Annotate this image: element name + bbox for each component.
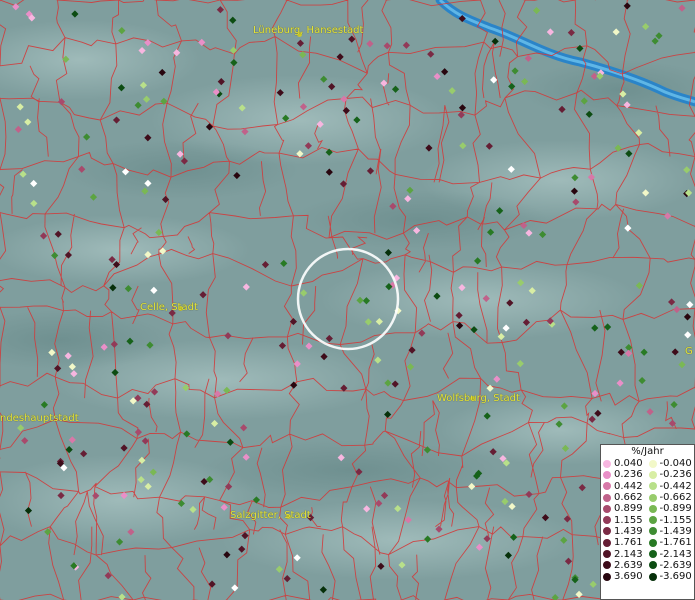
legend-value: -1.761 <box>659 537 692 549</box>
legend-entry: 1.761 <box>603 537 649 548</box>
map-canvas[interactable] <box>0 0 695 600</box>
legend-title: %/Jahr <box>631 446 664 457</box>
legend-value: -2.143 <box>659 548 692 560</box>
legend-entry: -0.236 <box>648 469 695 481</box>
legend-value: 2.143 <box>614 548 643 560</box>
legend-swatch <box>603 572 611 581</box>
legend-entry: -0.899 <box>648 503 695 515</box>
legend-value: -2.639 <box>659 559 692 571</box>
legend-value: -0.662 <box>659 492 692 504</box>
legend-value: 0.899 <box>614 503 643 515</box>
legend-swatch <box>648 493 657 502</box>
legend-negative-column: -0.040 -0.236 -0.442 -0.662 -0.899 -1.155 -1.4… <box>648 458 695 583</box>
legend-swatch <box>648 550 657 559</box>
legend-swatch <box>648 482 657 491</box>
legend-swatch <box>603 504 611 513</box>
legend-swatch <box>648 538 657 547</box>
legend-value: -0.040 <box>659 458 692 470</box>
legend-swatch <box>648 561 657 570</box>
legend-entry: 0.442 <box>603 481 649 492</box>
place-label-salzgitter: Salzgitter, Stadt <box>230 510 311 521</box>
legend-swatch <box>603 527 611 536</box>
legend-entry: -1.155 <box>648 514 695 526</box>
place-label-celle: Celle, Stadt <box>140 302 198 313</box>
legend-entry: 2.639 <box>603 560 649 571</box>
legend-value: -0.442 <box>659 480 692 492</box>
legend-value: 1.761 <box>614 537 643 549</box>
legend-entry: -2.639 <box>648 559 695 571</box>
legend-value: 0.662 <box>614 492 643 504</box>
legend-value: -0.236 <box>659 469 692 481</box>
legend-entry: -0.040 <box>648 458 695 470</box>
legend-entry: -0.442 <box>648 480 695 492</box>
legend-value: 3.690 <box>614 571 643 583</box>
legend-value: -0.899 <box>659 503 692 515</box>
legend-entry: 0.899 <box>603 503 649 514</box>
legend-entry: 0.662 <box>603 492 649 503</box>
legend-swatch <box>648 504 657 513</box>
legend-swatch <box>603 550 611 559</box>
legend-swatch <box>603 482 611 491</box>
legend-value: 1.439 <box>614 525 643 537</box>
legend-swatch <box>603 516 611 525</box>
legend-entry: 1.155 <box>603 514 649 526</box>
legend-value: 2.639 <box>614 559 643 571</box>
legend-entry: 3.690 <box>603 571 649 582</box>
place-label-landeshauptstadt: ndeshauptstadt <box>0 413 79 424</box>
legend-value: 0.236 <box>614 469 643 481</box>
legend-entry: -3.690 <box>648 571 695 583</box>
legend-positive-column: 0.040 0.236 0.442 0.662 0.899 1.155 1.439 1.761… <box>603 458 649 582</box>
legend-entry: 2.143 <box>603 548 649 560</box>
legend-entry: 1.439 <box>603 526 649 537</box>
legend-swatch <box>648 572 657 581</box>
legend-swatch <box>648 470 657 479</box>
legend-swatch <box>603 459 611 468</box>
legend-entry: -2.143 <box>648 548 695 560</box>
legend-value: 0.442 <box>614 480 643 492</box>
legend-swatch <box>603 470 611 479</box>
legend-value: 0.040 <box>614 458 643 470</box>
legend-swatch <box>603 561 611 570</box>
legend-value: -1.439 <box>659 525 692 537</box>
legend-entry: -1.439 <box>648 525 695 537</box>
map-view[interactable]: Lüneburg, Hansestadt Celle, Stadt ndesha… <box>0 0 695 600</box>
legend-value: -1.155 <box>659 514 692 526</box>
legend-entry: -1.761 <box>648 537 695 549</box>
place-label-edge-g: G <box>685 346 693 357</box>
legend-value: -3.690 <box>659 571 692 583</box>
legend-swatch <box>603 538 611 547</box>
legend: %/Jahr 0.040 0.236 0.442 0.662 0.899 1.155 1.4… <box>600 444 695 600</box>
legend-entry: -0.662 <box>648 492 695 504</box>
legend-entry: 0.040 <box>603 458 649 469</box>
place-label-wolfsburg: Wolfsburg, Stadt <box>437 393 520 404</box>
legend-swatch <box>603 493 611 502</box>
legend-value: 1.155 <box>614 514 643 526</box>
legend-swatch <box>648 527 657 536</box>
legend-entry: 0.236 <box>603 469 649 480</box>
legend-swatch <box>648 459 657 468</box>
legend-swatch <box>648 516 657 525</box>
place-label-lueneburg: Lüneburg, Hansestadt <box>253 25 364 36</box>
